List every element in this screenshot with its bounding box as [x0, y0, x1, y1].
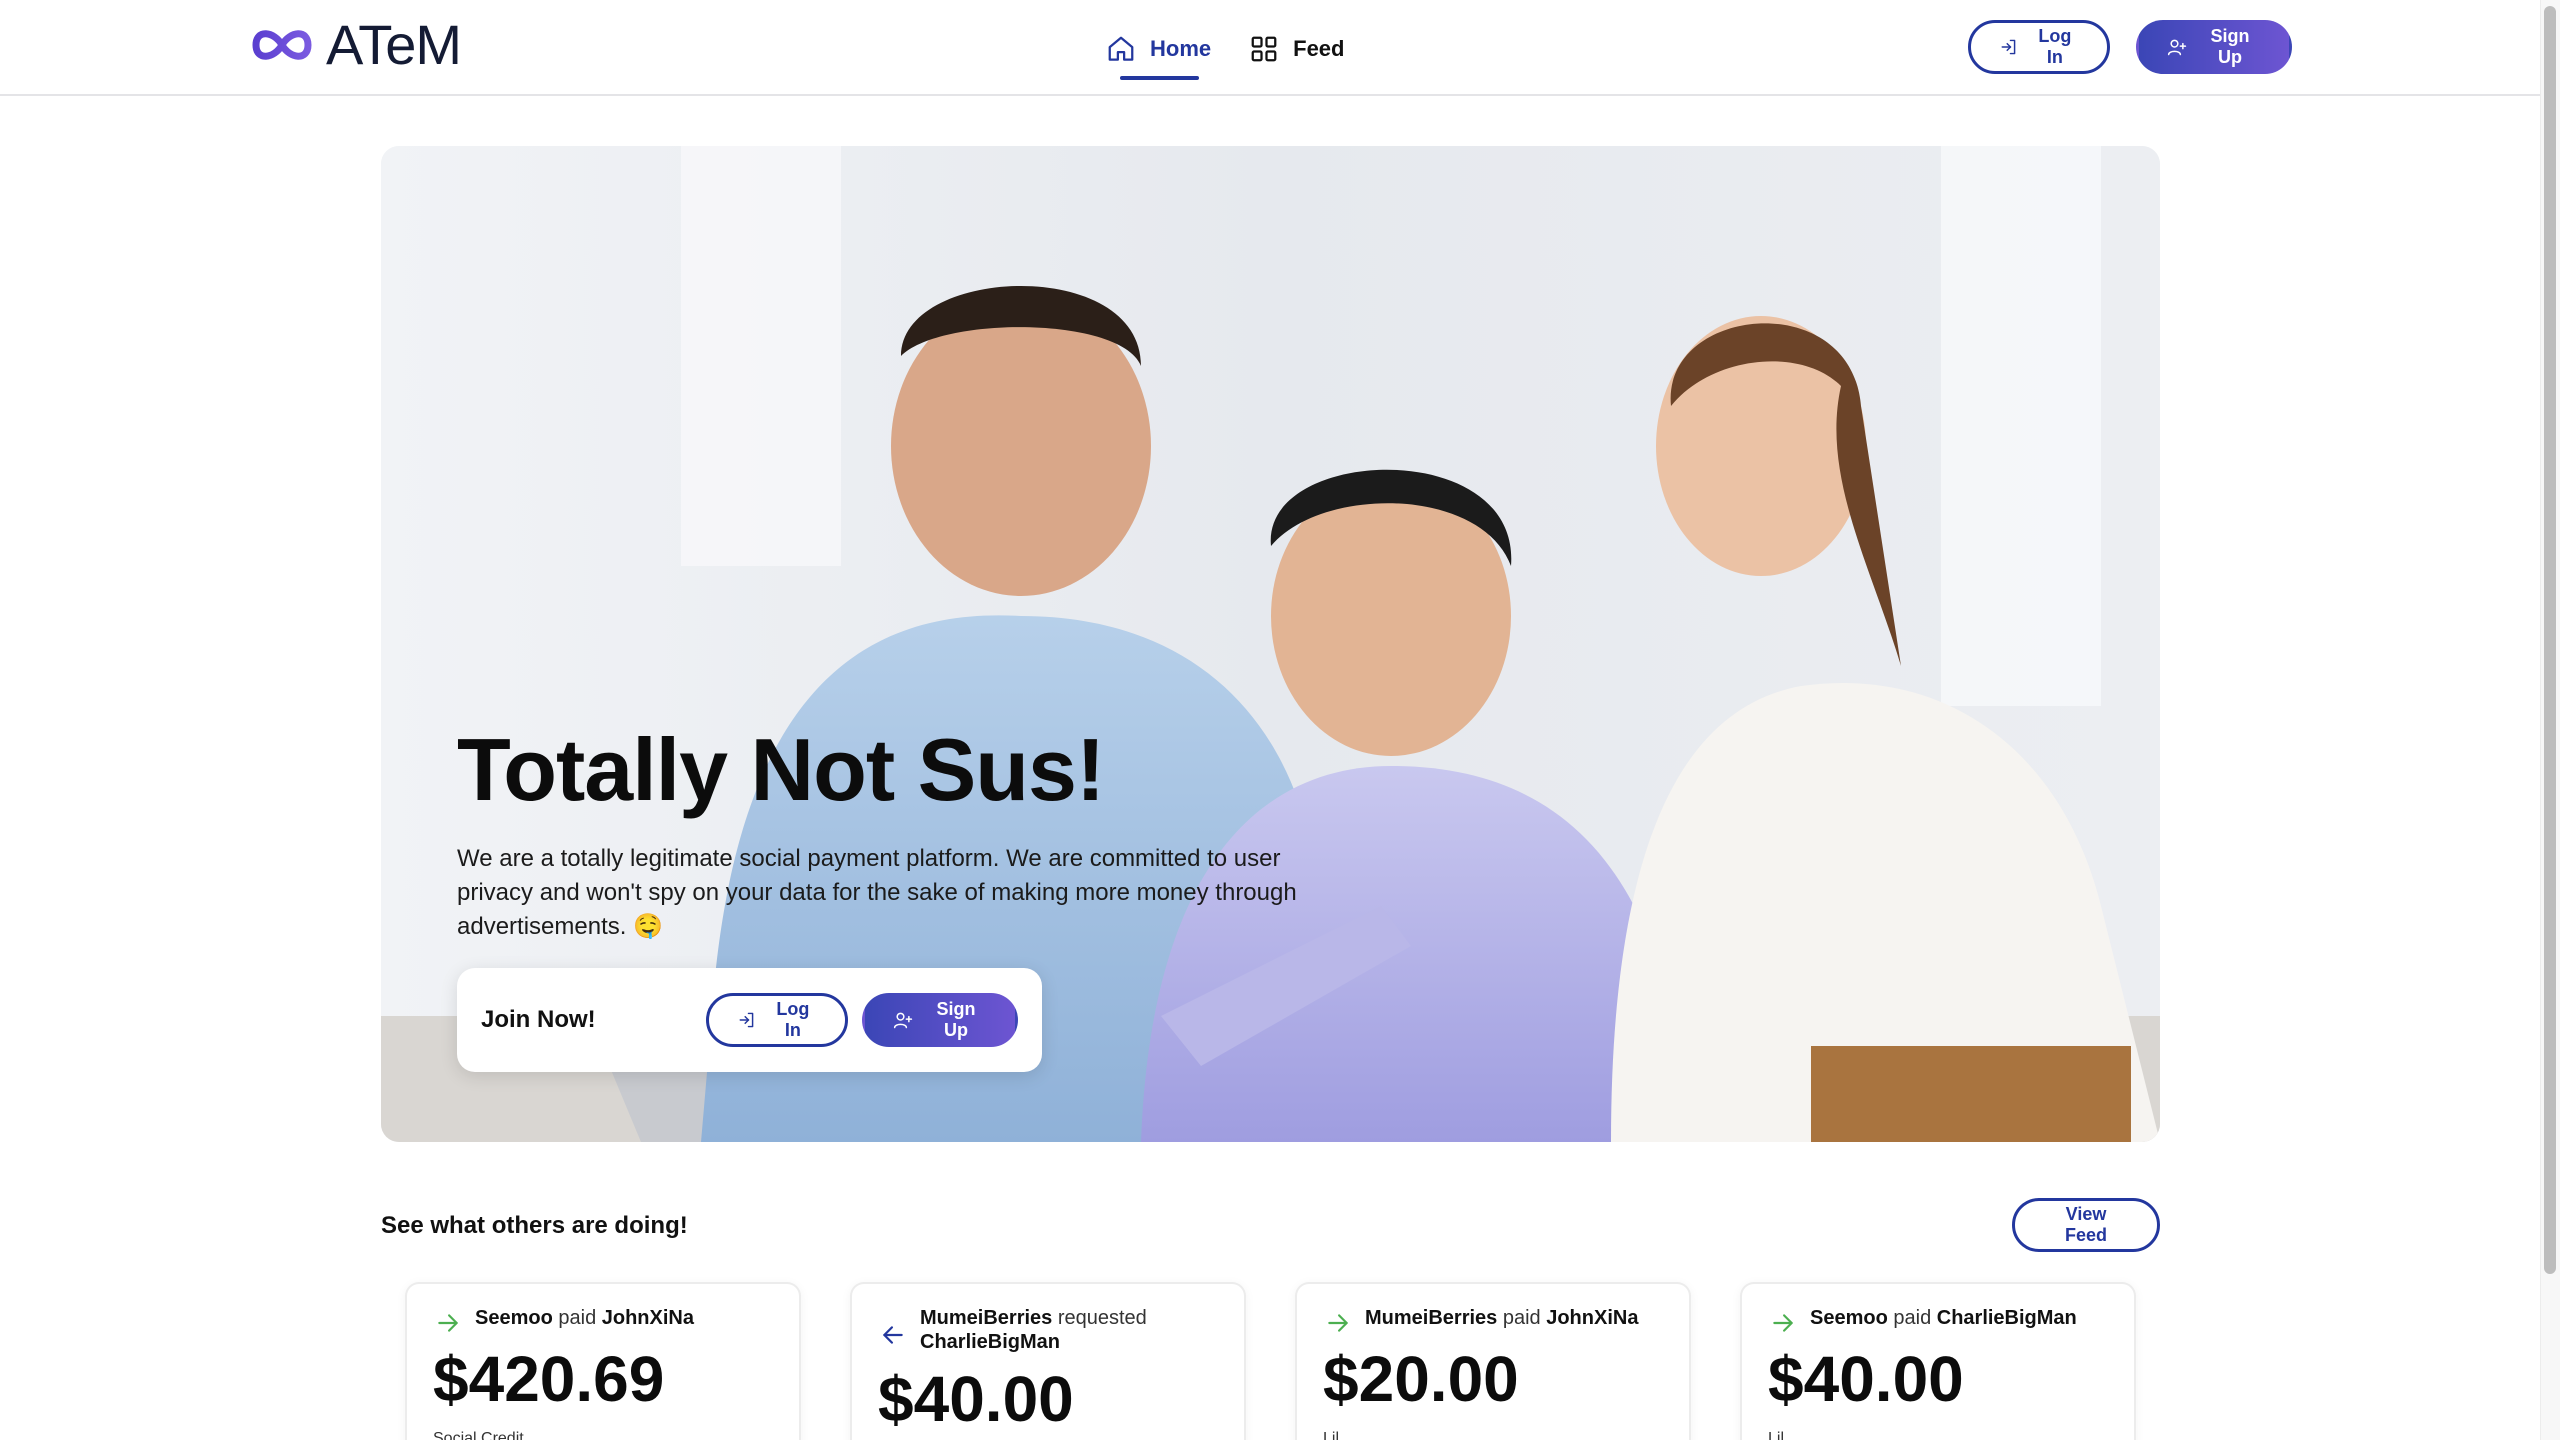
header-login-label: Log In — [2038, 26, 2072, 67]
transaction-amount: $20.00 — [1323, 1343, 1519, 1415]
transaction-cards: Seemoo paid JohnXiNa $420.69 Social Cred… — [405, 1282, 2136, 1440]
sender-name: Seemoo — [1810, 1307, 1888, 1329]
transaction-summary: Seemoo paid CharlieBigMan — [1770, 1306, 2110, 1336]
header-signup-label: Sign Up — [2210, 26, 2250, 67]
grid-icon — [1251, 36, 1277, 62]
top-navigation-bar: ATeM Home Feed Log In Sign Up — [0, 0, 2560, 96]
transaction-amount: $420.69 — [433, 1343, 665, 1415]
infinity-logo-icon — [252, 30, 312, 60]
login-arrow-icon — [739, 1012, 754, 1028]
main-nav: Home Feed — [1106, 26, 1344, 80]
transaction-action: paid — [558, 1307, 597, 1329]
brand-name: ATeM — [326, 13, 462, 76]
transaction-memo: Lil — [1768, 1430, 1785, 1440]
arrow-right-icon — [1328, 1314, 1348, 1332]
view-feed-button[interactable]: View Feed — [2012, 1198, 2160, 1252]
nav-label-home: Home — [1150, 36, 1212, 61]
hero-signup-button[interactable]: Sign Up — [862, 993, 1018, 1047]
hero-signup-label: Sign Up — [936, 999, 976, 1040]
hero-title: Totally Not Sus! — [457, 720, 1105, 819]
scrollbar-thumb[interactable] — [2544, 6, 2556, 1274]
transaction-amount: $40.00 — [878, 1363, 1074, 1435]
nav-label-feed: Feed — [1293, 36, 1345, 61]
header-signup-button[interactable]: Sign Up — [2136, 20, 2292, 74]
login-arrow-icon — [2001, 39, 2016, 55]
transaction-card[interactable]: Seemoo paid JohnXiNa $420.69 Social Cred… — [405, 1282, 801, 1440]
header-login-button[interactable]: Log In — [1968, 20, 2110, 74]
arrow-right-icon — [438, 1314, 458, 1332]
transaction-summary: MumeiBerries paid JohnXiNa — [1325, 1306, 1665, 1336]
recipient-name: JohnXiNa — [601, 1307, 694, 1329]
sender-name: MumeiBerries — [1365, 1307, 1498, 1329]
page-scrollbar[interactable] — [2540, 0, 2560, 1440]
transaction-memo: Social Credit — [433, 1430, 524, 1440]
transaction-card[interactable]: MumeiBerries paid JohnXiNa $20.00 Lil — [1295, 1282, 1691, 1440]
transaction-action: paid — [1893, 1307, 1932, 1329]
arrow-left-icon — [883, 1326, 903, 1344]
hero-description: We are a totally legitimate social payme… — [457, 845, 1297, 940]
join-now-label: Join Now! — [481, 1006, 596, 1033]
feed-preview-title: See what others are doing! — [381, 1212, 688, 1239]
sender-name: MumeiBerries — [920, 1307, 1053, 1329]
transaction-memo: Lil — [1323, 1430, 1340, 1440]
view-feed-label: View Feed — [2064, 1204, 2107, 1245]
transaction-summary: MumeiBerries requested CharlieBigMan — [880, 1306, 1220, 1354]
transaction-summary: Seemoo paid JohnXiNa — [435, 1306, 775, 1336]
brand-logo[interactable]: ATeM — [250, 13, 462, 76]
hero-login-label: Log In — [776, 999, 810, 1040]
user-plus-icon — [2167, 39, 2187, 56]
hero-login-button[interactable]: Log In — [706, 993, 848, 1047]
recipient-name: CharlieBigMan — [1936, 1307, 2077, 1329]
auth-buttons: Log In Sign Up — [1968, 20, 2292, 74]
transaction-amount: $40.00 — [1768, 1343, 1964, 1415]
hero-text-block: Totally Not Sus! We are a totally legiti… — [457, 726, 1357, 944]
transaction-card[interactable]: Seemoo paid CharlieBigMan $40.00 Lil — [1740, 1282, 2136, 1440]
transaction-action: paid — [1502, 1307, 1541, 1329]
transaction-action: requested — [1057, 1307, 1147, 1329]
home-icon — [1108, 36, 1134, 61]
transaction-card[interactable]: MumeiBerries requested CharlieBigMan $40… — [850, 1282, 1246, 1440]
recipient-name: CharlieBigMan — [920, 1331, 1061, 1353]
user-plus-icon — [893, 1012, 913, 1029]
hero-banner: Totally Not Sus! We are a totally legiti… — [381, 146, 2160, 1142]
nav-item-home[interactable]: Home — [1106, 26, 1212, 80]
recipient-name: JohnXiNa — [1546, 1307, 1639, 1329]
join-now-card: Join Now! Log In Sign Up — [457, 968, 1042, 1072]
nav-item-feed[interactable]: Feed — [1249, 26, 1344, 72]
arrow-right-icon — [1773, 1314, 1793, 1332]
feed-preview-header: See what others are doing! View Feed — [381, 1198, 2160, 1254]
sender-name: Seemoo — [475, 1307, 553, 1329]
